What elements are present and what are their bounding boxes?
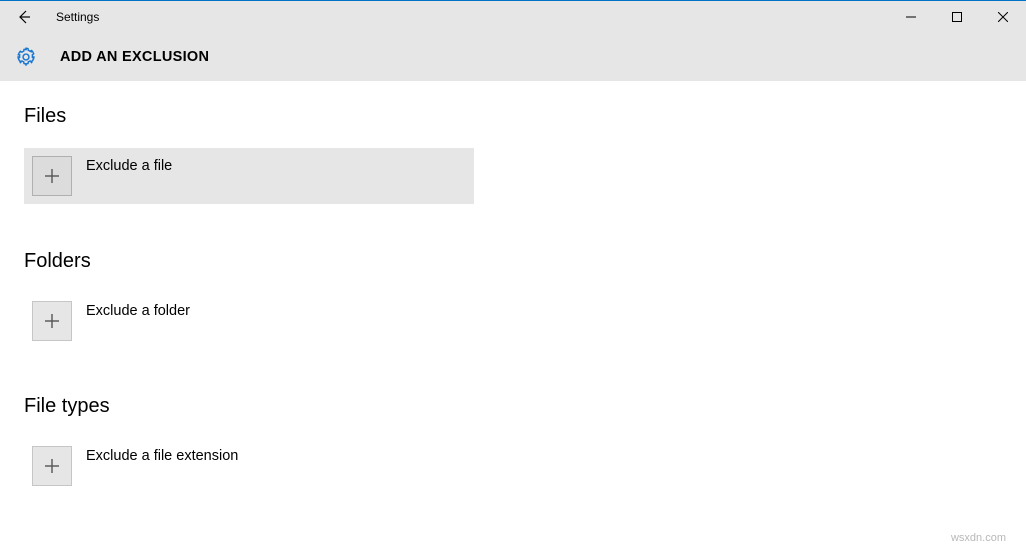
section-title-files: Files	[24, 105, 1002, 128]
section-title-folders: Folders	[24, 250, 1002, 273]
page-header: ADD AN EXCLUSION	[0, 33, 1026, 81]
exclude-folder-button[interactable]: Exclude a folder	[24, 293, 474, 349]
maximize-button[interactable]	[934, 1, 980, 33]
back-button[interactable]	[0, 1, 48, 33]
titlebar: Settings	[0, 1, 1026, 33]
gear-icon	[14, 45, 38, 69]
minimize-button[interactable]	[888, 1, 934, 33]
window-controls	[888, 1, 1026, 33]
maximize-icon	[952, 12, 962, 22]
minimize-icon	[906, 12, 916, 22]
close-icon	[998, 12, 1008, 22]
content-area[interactable]: Files Exclude a file Folders Exclude a f…	[0, 81, 1026, 548]
section-folders: Folders Exclude a folder	[24, 250, 1002, 349]
exclude-file-label: Exclude a file	[86, 158, 172, 174]
section-title-filetypes: File types	[24, 395, 1002, 418]
exclude-folder-label: Exclude a folder	[86, 303, 190, 319]
window-title: Settings	[56, 10, 99, 24]
exclude-extension-label: Exclude a file extension	[86, 448, 238, 464]
page-title: ADD AN EXCLUSION	[60, 49, 209, 65]
close-button[interactable]	[980, 1, 1026, 33]
plus-icon	[32, 156, 72, 196]
exclude-extension-button[interactable]: Exclude a file extension	[24, 438, 474, 494]
exclude-file-button[interactable]: Exclude a file	[24, 148, 474, 204]
section-files: Files Exclude a file	[24, 105, 1002, 204]
arrow-left-icon	[16, 9, 32, 25]
section-filetypes: File types Exclude a file extension	[24, 395, 1002, 494]
watermark: wsxdn.com	[951, 532, 1006, 544]
plus-icon	[32, 301, 72, 341]
plus-icon	[32, 446, 72, 486]
